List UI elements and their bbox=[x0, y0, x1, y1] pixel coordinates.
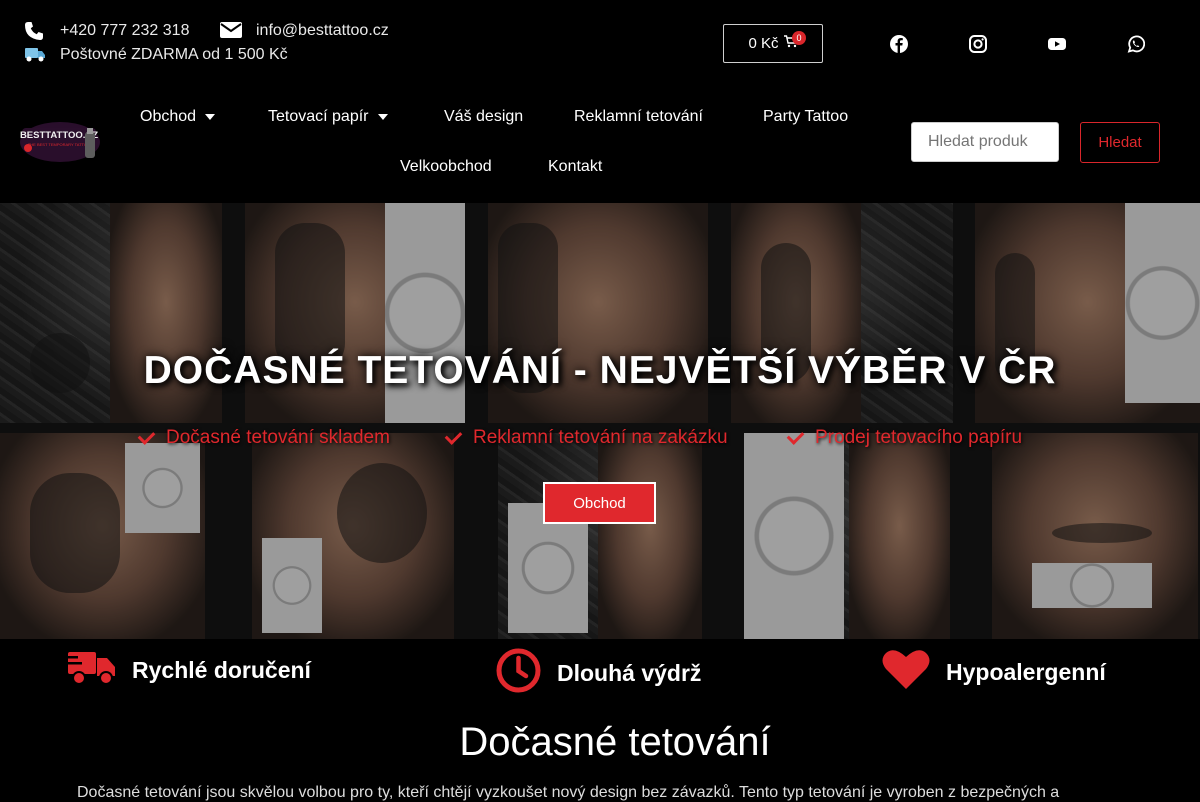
cart-total: 0 Kč bbox=[748, 35, 779, 52]
shipping-note: Poštovné ZDARMA od 1 500 Kč bbox=[24, 45, 288, 65]
nav-label: Tetovací papír bbox=[268, 108, 369, 125]
hero-feature-label: Prodej tetovacího papíru bbox=[815, 427, 1023, 448]
nav-label: Reklamní tetování bbox=[574, 108, 703, 125]
hero-feature-label: Reklamní tetování na zakázku bbox=[473, 427, 728, 448]
cart-count-badge: 0 bbox=[792, 31, 806, 45]
nav-item-obchod[interactable]: Obchod bbox=[140, 108, 216, 126]
search-input[interactable] bbox=[911, 122, 1059, 162]
email-address: info@besttattoo.cz bbox=[256, 22, 389, 39]
check-icon bbox=[444, 427, 463, 445]
email-contact[interactable]: info@besttattoo.cz bbox=[220, 21, 389, 41]
nav-label: Obchod bbox=[140, 108, 197, 125]
nav-label: Kontakt bbox=[548, 158, 603, 175]
nav-label: Velkoobchod bbox=[400, 158, 492, 175]
cart-button[interactable]: 0 Kč 0 bbox=[723, 24, 823, 63]
nav-item-vas-design[interactable]: Váš design bbox=[444, 108, 523, 126]
instagram-icon[interactable] bbox=[969, 35, 987, 53]
nav-item-velkoobchod[interactable]: Velkoobchod bbox=[400, 158, 492, 176]
hero-title: DOČASNÉ TETOVÁNÍ - NEJVĚTŠÍ VÝBĚR V ČR bbox=[143, 349, 1057, 392]
check-icon bbox=[786, 427, 805, 445]
benefit-fast-delivery: Rychlé doručení bbox=[68, 648, 311, 692]
phone-number: +420 777 232 318 bbox=[60, 22, 190, 39]
nav-label: Party Tattoo bbox=[763, 108, 849, 125]
phone-contact[interactable]: +420 777 232 318 bbox=[24, 21, 189, 41]
hero-feature: Prodej tetovacího papíru bbox=[786, 427, 1023, 449]
youtube-icon[interactable] bbox=[1048, 35, 1066, 53]
hero-overlay bbox=[0, 203, 1200, 639]
nav-label: Váš design bbox=[444, 108, 524, 125]
clock-icon bbox=[496, 648, 541, 699]
search-button[interactable]: Hledat bbox=[1080, 122, 1160, 163]
shipping-text: Poštovné ZDARMA od 1 500 Kč bbox=[60, 46, 288, 63]
benefit-hypoallergenic: Hypoalergenní bbox=[882, 648, 1106, 696]
hero-feature: Reklamní tetování na zakázku bbox=[444, 427, 728, 449]
envelope-icon bbox=[220, 21, 244, 41]
benefit-label: Hypoalergenní bbox=[946, 658, 1106, 685]
whatsapp-icon[interactable] bbox=[1127, 35, 1146, 53]
phone-icon bbox=[24, 21, 48, 41]
nav-item-reklamni-tetovani[interactable]: Reklamní tetování bbox=[574, 108, 703, 126]
heart-icon bbox=[882, 648, 930, 696]
facebook-icon[interactable] bbox=[890, 35, 908, 53]
site-logo[interactable]: BESTTATTOO.CZ THE BEST TEMPORARY TATTOO bbox=[18, 118, 104, 166]
truck-icon bbox=[68, 648, 116, 692]
logo-tagline: THE BEST TEMPORARY TATTOO bbox=[28, 142, 90, 147]
nav-item-kontakt[interactable]: Kontakt bbox=[548, 158, 602, 176]
hero-feature: Dočasné tetování skladem bbox=[137, 427, 390, 449]
nav-item-tetovaci-papir[interactable]: Tetovací papír bbox=[268, 108, 388, 126]
nav-item-party-tattoo[interactable]: Party Tattoo bbox=[763, 108, 848, 126]
hero-feature-label: Dočasné tetování skladem bbox=[166, 427, 390, 448]
caret-down-icon bbox=[205, 114, 216, 120]
benefit-label: Rychlé doručení bbox=[132, 656, 311, 683]
hero-shop-button[interactable]: Obchod bbox=[543, 482, 656, 524]
benefit-label: Dlouhá výdrž bbox=[557, 660, 702, 686]
section-intro: Dočasné tetování jsou skvělou volbou pro… bbox=[77, 784, 1060, 801]
benefit-long-lasting: Dlouhá výdrž bbox=[496, 648, 701, 699]
hero-banner: DOČASNÉ TETOVÁNÍ - NEJVĚTŠÍ VÝBĚR V ČR D… bbox=[0, 203, 1200, 639]
caret-down-icon bbox=[377, 114, 388, 120]
section-title: Dočasné tetování bbox=[459, 720, 771, 764]
delivery-van-icon bbox=[24, 45, 48, 65]
check-icon bbox=[137, 427, 156, 445]
